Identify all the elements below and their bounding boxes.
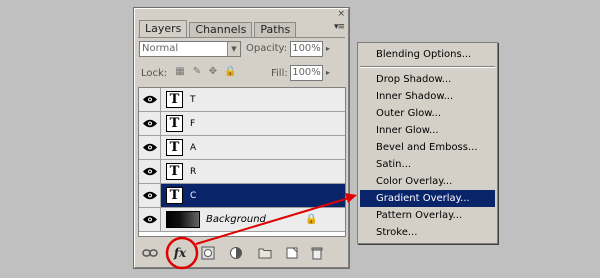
fill-field[interactable]: 100% xyxy=(290,65,323,81)
menu-item-bevel-emboss[interactable]: Bevel and Emboss... xyxy=(360,139,495,156)
menu-item-inner-shadow[interactable]: Inner Shadow... xyxy=(360,88,495,105)
visibility-toggle[interactable] xyxy=(139,88,161,111)
layer-name: F xyxy=(190,119,196,129)
trash-icon[interactable] xyxy=(310,246,324,260)
fill-slider-arrow-icon[interactable]: ▸ xyxy=(326,68,330,77)
panel-tabs: Layers Channels Paths xyxy=(139,20,298,37)
menu-item-drop-shadow[interactable]: Drop Shadow... xyxy=(360,71,495,88)
text-layer-thumbnail: T xyxy=(166,163,183,180)
menu-item-color-overlay[interactable]: Color Overlay... xyxy=(360,173,495,190)
visibility-toggle[interactable] xyxy=(139,208,161,231)
layers-bottom-toolbar: fx xyxy=(138,244,346,264)
close-icon[interactable]: × xyxy=(337,10,345,19)
eye-icon xyxy=(142,119,157,128)
layer-row-background[interactable]: Background 🔒 xyxy=(139,208,345,232)
text-layer-thumbnail: T xyxy=(166,115,183,132)
text-layer-thumbnail: T xyxy=(166,187,183,204)
fill-label: Fill: xyxy=(271,68,288,79)
mask-icon[interactable] xyxy=(201,246,215,260)
blend-mode-select[interactable]: Normal ▼ xyxy=(139,41,241,57)
menu-item-satin[interactable]: Satin... xyxy=(360,156,495,173)
eye-icon xyxy=(142,191,157,200)
layers-list: T T T F T A T R T C Background 🔒 xyxy=(138,87,346,237)
tab-channels[interactable]: Channels xyxy=(189,22,253,37)
eye-icon xyxy=(142,215,157,224)
visibility-toggle[interactable] xyxy=(139,184,161,207)
lock-all-icon[interactable]: 🔒 xyxy=(224,66,236,78)
eye-icon xyxy=(142,167,157,176)
lock-move-icon[interactable]: ✥ xyxy=(207,66,219,78)
folder-icon[interactable] xyxy=(258,246,272,260)
lock-label: Lock: xyxy=(141,68,168,79)
layer-row-f[interactable]: T F xyxy=(139,112,345,136)
layer-name: R xyxy=(190,167,197,177)
layer-name: A xyxy=(190,143,197,153)
menu-item-gradient-overlay[interactable]: Gradient Overlay... xyxy=(360,190,495,207)
blend-mode-value: Normal xyxy=(142,43,179,54)
lock-transparency-icon[interactable]: ▦ xyxy=(174,66,186,78)
layer-name: Background xyxy=(206,214,266,225)
menu-separator xyxy=(360,66,495,68)
visibility-toggle[interactable] xyxy=(139,160,161,183)
visibility-toggle[interactable] xyxy=(139,112,161,135)
eye-icon xyxy=(142,95,157,104)
opacity-label: Opacity: xyxy=(246,43,288,54)
lock-icon: 🔒 xyxy=(305,214,318,225)
panel-menu-icon[interactable]: ▾≡ xyxy=(334,22,345,32)
menu-item-blending-options[interactable]: Blending Options... xyxy=(360,46,495,63)
tab-paths[interactable]: Paths xyxy=(254,22,297,37)
lock-brush-icon[interactable]: ✎ xyxy=(191,66,203,78)
layer-style-menu: Blending Options... Drop Shadow... Inner… xyxy=(357,42,498,244)
fx-icon[interactable]: fx xyxy=(171,246,189,260)
layer-row-a[interactable]: T A xyxy=(139,136,345,160)
opacity-field[interactable]: 100% xyxy=(290,41,323,57)
link-icon[interactable] xyxy=(142,246,158,260)
layer-row-r[interactable]: T R xyxy=(139,160,345,184)
adjustment-icon[interactable] xyxy=(229,246,243,260)
text-layer-thumbnail: T xyxy=(166,139,183,156)
menu-item-inner-glow[interactable]: Inner Glow... xyxy=(360,122,495,139)
eye-icon xyxy=(142,143,157,152)
text-layer-thumbnail: T xyxy=(166,91,183,108)
tab-divider xyxy=(138,37,345,38)
visibility-toggle[interactable] xyxy=(139,136,161,159)
layer-name: T xyxy=(190,95,196,105)
menu-item-pattern-overlay[interactable]: Pattern Overlay... xyxy=(360,207,495,224)
chevron-down-icon[interactable]: ▼ xyxy=(227,42,240,56)
menu-item-stroke[interactable]: Stroke... xyxy=(360,224,495,241)
layer-name: C xyxy=(190,191,197,201)
layer-row-c[interactable]: T C xyxy=(139,184,345,208)
opacity-slider-arrow-icon[interactable]: ▸ xyxy=(326,44,330,53)
background-layer-thumbnail xyxy=(166,211,200,228)
layers-panel: × Layers Channels Paths ▾≡ Normal ▼ Opac… xyxy=(133,7,350,269)
tab-layers[interactable]: Layers xyxy=(139,20,188,37)
layer-row-t[interactable]: T T xyxy=(139,88,345,112)
new-layer-icon[interactable] xyxy=(285,246,299,260)
menu-item-outer-glow[interactable]: Outer Glow... xyxy=(360,105,495,122)
